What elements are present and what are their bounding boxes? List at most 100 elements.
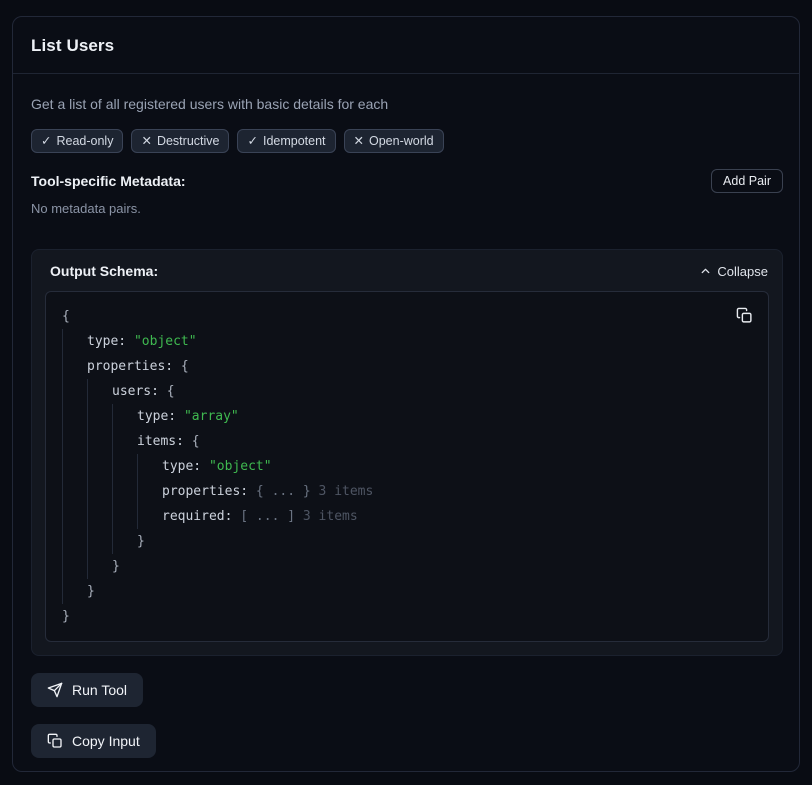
metadata-empty-text: No metadata pairs.: [31, 201, 783, 216]
tool-description: Get a list of all registered users with …: [31, 94, 783, 114]
indent-guide: [87, 454, 112, 479]
annotation-badge-open-world: ✕ Open-world: [344, 129, 444, 153]
schema-line: {: [62, 304, 752, 329]
code-segment-brace: }: [62, 604, 70, 629]
indent-guide: [62, 354, 87, 379]
code-segment-dim: [ ... ]: [240, 504, 303, 529]
schema-code-block: {type: "object"properties: {users: {type…: [45, 291, 769, 642]
card-header: List Users: [13, 17, 799, 74]
chevron-up-icon: [699, 265, 712, 278]
code-segment-string: "object": [134, 329, 197, 354]
badge-label: Idempotent: [263, 134, 326, 148]
indent-guide: [62, 579, 87, 604]
indent-guide: [112, 504, 137, 529]
badge-label: Read-only: [56, 134, 113, 148]
code-segment-brace: {: [167, 379, 175, 404]
cross-icon: ✕: [354, 133, 364, 148]
tool-card: List Users Get a list of all registered …: [12, 16, 800, 772]
schema-line: type: "array": [62, 404, 752, 429]
collapse-button[interactable]: Collapse: [699, 264, 768, 279]
code-segment-count: 3 items: [319, 479, 374, 504]
code-segment-string: "array": [184, 404, 239, 429]
code-segment-brace: }: [87, 579, 95, 604]
card-body: Get a list of all registered users with …: [13, 74, 799, 772]
annotation-badge-destructive: ✕ Destructive: [131, 129, 229, 153]
output-schema-header: Output Schema: Collapse: [45, 263, 769, 279]
code-segment-key: properties:: [87, 354, 181, 379]
add-pair-button[interactable]: Add Pair: [711, 169, 783, 193]
indent-guide: [112, 454, 137, 479]
code-segment-brace: {: [192, 429, 200, 454]
code-segment-key: type:: [137, 404, 184, 429]
copy-input-label: Copy Input: [72, 733, 140, 749]
indent-guide: [112, 529, 137, 554]
indent-guide: [112, 429, 137, 454]
code-segment-key: users:: [112, 379, 167, 404]
indent-guide: [62, 504, 87, 529]
badge-label: Destructive: [157, 134, 220, 148]
collapse-label: Collapse: [717, 264, 768, 279]
copy-input-button[interactable]: Copy Input: [31, 724, 156, 758]
code-segment-brace: {: [181, 354, 189, 379]
indent-guide: [137, 504, 162, 529]
schema-line: }: [62, 529, 752, 554]
schema-line: }: [62, 579, 752, 604]
indent-guide: [87, 529, 112, 554]
schema-line: type: "object": [62, 329, 752, 354]
page-title: List Users: [31, 36, 781, 56]
code-segment-brace: {: [62, 304, 70, 329]
copy-schema-button[interactable]: [734, 305, 755, 326]
schema-line: }: [62, 554, 752, 579]
schema-json-tree: {type: "object"properties: {users: {type…: [62, 304, 752, 629]
indent-guide: [137, 454, 162, 479]
code-segment-string: "object": [209, 454, 272, 479]
indent-guide: [87, 379, 112, 404]
code-segment-key: items:: [137, 429, 192, 454]
indent-guide: [87, 479, 112, 504]
schema-line: properties: { ... } 3 items: [62, 479, 752, 504]
copy-icon: [47, 733, 63, 749]
schema-line: type: "object": [62, 454, 752, 479]
indent-guide: [137, 479, 162, 504]
output-schema-panel: Output Schema: Collapse {type: "object"p…: [31, 249, 783, 656]
code-segment-dim: { ... }: [256, 479, 319, 504]
check-icon: ✓: [41, 133, 51, 148]
copy-icon: [736, 307, 753, 324]
indent-guide: [87, 504, 112, 529]
annotation-badge-read-only: ✓ Read-only: [31, 129, 123, 153]
metadata-label: Tool-specific Metadata:: [31, 173, 186, 189]
code-segment-key: required:: [162, 504, 240, 529]
indent-guide: [87, 554, 112, 579]
annotation-badge-row: ✓ Read-only ✕ Destructive ✓ Idempotent ✕ Open-w…: [31, 129, 783, 153]
indent-guide: [112, 404, 137, 429]
code-segment-count: 3 items: [303, 504, 358, 529]
indent-guide: [62, 404, 87, 429]
schema-line: properties: {: [62, 354, 752, 379]
run-tool-label: Run Tool: [72, 682, 127, 698]
code-segment-key: type:: [87, 329, 134, 354]
output-schema-label: Output Schema:: [50, 263, 158, 279]
code-segment-key: type:: [162, 454, 209, 479]
indent-guide: [62, 429, 87, 454]
indent-guide: [62, 529, 87, 554]
indent-guide: [62, 379, 87, 404]
indent-guide: [62, 479, 87, 504]
badge-label: Open-world: [369, 134, 434, 148]
indent-guide: [87, 429, 112, 454]
code-segment-brace: }: [137, 529, 145, 554]
check-icon: ✓: [247, 133, 257, 148]
send-icon: [47, 682, 63, 698]
cross-icon: ✕: [141, 133, 151, 148]
schema-line: }: [62, 604, 752, 629]
annotation-badge-idempotent: ✓ Idempotent: [237, 129, 335, 153]
indent-guide: [62, 554, 87, 579]
indent-guide: [87, 404, 112, 429]
indent-guide: [112, 479, 137, 504]
schema-line: required: [ ... ] 3 items: [62, 504, 752, 529]
code-segment-brace: }: [112, 554, 120, 579]
code-segment-key: properties:: [162, 479, 256, 504]
metadata-row: Tool-specific Metadata: Add Pair: [31, 169, 783, 193]
schema-line: items: {: [62, 429, 752, 454]
run-tool-button[interactable]: Run Tool: [31, 673, 143, 707]
schema-line: users: {: [62, 379, 752, 404]
